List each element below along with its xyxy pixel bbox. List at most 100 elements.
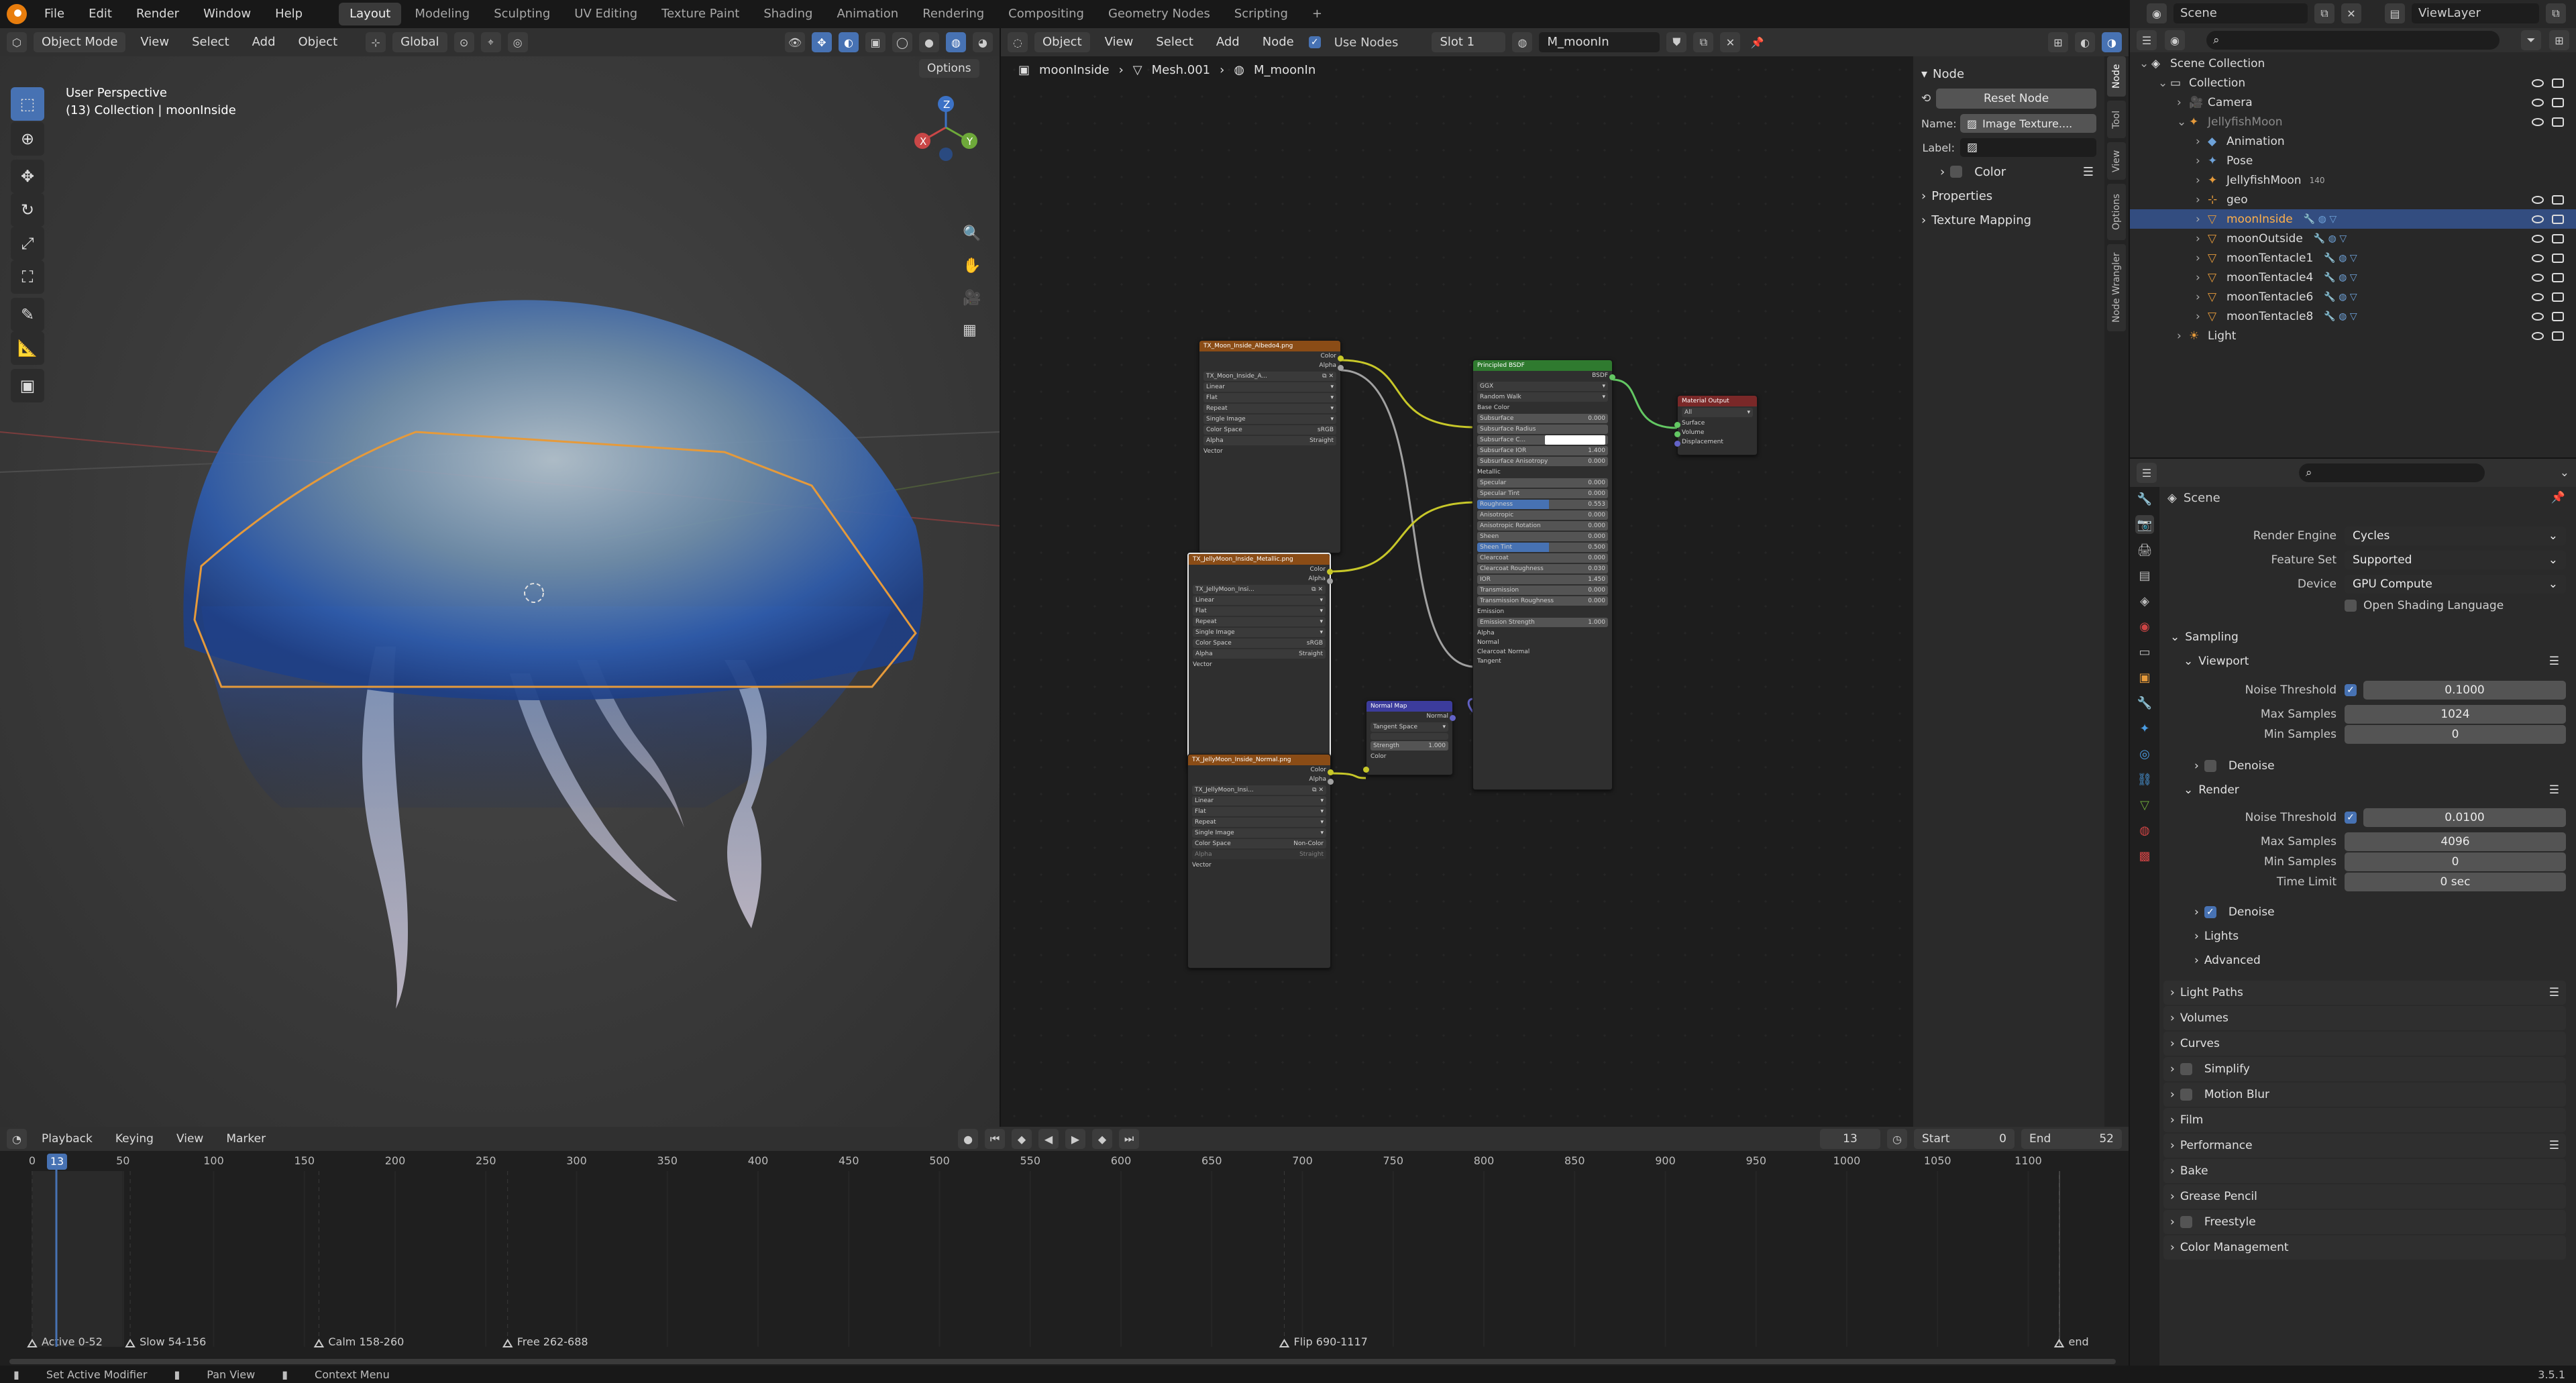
projection-dropdown[interactable]: Flat ▾	[1193, 606, 1326, 616]
3d-viewport[interactable]: User Perspective (13) Collection | moonI…	[0, 56, 1000, 1127]
section-checkbox[interactable]	[2180, 1063, 2192, 1075]
material-name-field[interactable]: M_moonIn	[1539, 32, 1660, 52]
texture-tab-icon[interactable]: ▩	[2135, 846, 2154, 865]
marker-label[interactable]: Active 0-52	[42, 1335, 103, 1348]
target-dropdown[interactable]: All ▾	[1682, 408, 1753, 417]
node-title[interactable]: TX_JellyMoon_Inside_Normal.png	[1188, 755, 1330, 765]
properties-section[interactable]: › Bake	[2163, 1159, 2566, 1183]
outliner-item[interactable]: › 🎥 Camera	[2130, 93, 2576, 112]
expand-chevron-icon[interactable]: ›	[2177, 329, 2189, 343]
copy-scene-icon[interactable]: ⧉	[2314, 3, 2334, 23]
expand-chevron-icon[interactable]: ›	[2196, 232, 2208, 245]
marker-triangle-icon[interactable]	[502, 1339, 513, 1347]
proportional-edit-icon[interactable]: ◎	[507, 32, 528, 52]
visibility-eye-icon[interactable]	[2532, 215, 2544, 223]
image-selector[interactable]: TX_Moon_Inside_A... ⧉ ✕	[1203, 372, 1336, 381]
data-tab-icon[interactable]: ▽	[2135, 795, 2154, 814]
advanced-subsection[interactable]: › Advanced	[2188, 948, 2566, 973]
render-camera-icon[interactable]	[2552, 331, 2564, 341]
outliner-item[interactable]: ⌄ ◈ Scene Collection	[2130, 54, 2576, 73]
properties-search-input[interactable]: ⌕	[2299, 463, 2485, 482]
use-nodes-checkbox[interactable]: ✓	[1308, 36, 1321, 48]
outliner-item[interactable]: › ▽ moonTentacle6 🔧 ◍ ▽	[2130, 287, 2576, 307]
bsdf-input-row[interactable]: Subsurface 0.000	[1477, 414, 1608, 423]
copy-viewlayer-icon[interactable]: ⧉	[2546, 3, 2566, 23]
material-output-node[interactable]: Material Output All ▾ Surface Volume Disp…	[1674, 395, 1758, 455]
visibility-eye-icon[interactable]	[2532, 273, 2544, 282]
properties-section[interactable]: › Volumes	[2163, 1006, 2566, 1030]
bsdf-input-row[interactable]: Emission	[1473, 607, 1612, 616]
workspace-tab-animation[interactable]: Animation	[826, 3, 909, 25]
lights-subsection[interactable]: › Lights	[2188, 924, 2566, 948]
list-icon[interactable]: ☰	[2083, 165, 2094, 179]
pin-icon[interactable]: 📌	[2551, 491, 2565, 504]
object-tab-icon[interactable]: ▣	[2135, 668, 2154, 687]
presets-icon[interactable]: ☰	[2549, 986, 2559, 999]
bsdf-input-row[interactable]: Metallic	[1473, 467, 1612, 477]
scale-tool-icon[interactable]: ⤢	[11, 227, 44, 260]
expand-chevron-icon[interactable]: ›	[2196, 290, 2208, 304]
render-engine-dropdown[interactable]: Cycles ⌄	[2345, 527, 2566, 545]
node-title[interactable]: TX_JellyMoon_Inside_Metallic.png	[1189, 554, 1330, 565]
render-camera-icon[interactable]	[2552, 272, 2564, 282]
workspace-tab-shading[interactable]: Shading	[753, 3, 823, 25]
device-dropdown[interactable]: GPU Compute ⌄	[2345, 575, 2566, 594]
editor-type-properties-icon[interactable]: ☰	[2137, 463, 2157, 483]
viewlayer-selector[interactable]: ▤ ViewLayer ⧉	[2385, 1, 2566, 25]
bsdf-input-row[interactable]: Roughness 0.553	[1477, 500, 1608, 509]
node-section-header[interactable]: ▾ Node	[1913, 62, 2104, 86]
vp-noise-field[interactable]: 0.1000	[2363, 681, 2566, 700]
select-box-tool-icon[interactable]: ⬚	[11, 87, 44, 121]
interpolation-dropdown[interactable]: Linear ▾	[1193, 596, 1326, 605]
socket-icon[interactable]	[1328, 769, 1334, 775]
colorspace-dropdown[interactable]: Color Space sRGB	[1203, 425, 1336, 435]
bsdf-input-row[interactable]: Specular 0.000	[1477, 478, 1608, 488]
rotate-tool-icon[interactable]: ↻	[11, 193, 44, 227]
timeline-menu-keying[interactable]: Keying	[107, 1129, 162, 1149]
jump-start-icon[interactable]: ⏮	[985, 1129, 1006, 1149]
r-noise-checkbox[interactable]: ✓	[2345, 812, 2357, 824]
workspace-tab-layout[interactable]: Layout	[339, 3, 402, 25]
timeline-menu-marker[interactable]: Marker	[218, 1129, 274, 1149]
cursor-tool-icon[interactable]: ⊕	[11, 122, 44, 156]
shader-type-selector[interactable]: Object	[1034, 32, 1090, 52]
scene-tab-icon[interactable]: ◈	[2135, 592, 2154, 610]
extension-dropdown[interactable]: Repeat ▾	[1203, 404, 1336, 413]
bsdf-input-row[interactable]: Base Color	[1473, 403, 1612, 412]
material-sphere-icon[interactable]: ◍	[1512, 32, 1533, 52]
copy-material-icon[interactable]: ⧉	[1693, 32, 1714, 52]
marker-label[interactable]: Flip 690-1117	[1293, 1335, 1367, 1348]
visibility-eye-icon[interactable]	[2532, 78, 2544, 87]
properties-section[interactable]: › Properties	[1913, 184, 2104, 208]
viewport-menu-view[interactable]: View	[132, 32, 177, 52]
bsdf-input-row[interactable]: Anisotropic 0.000	[1477, 510, 1608, 520]
projection-dropdown[interactable]: Flat ▾	[1192, 807, 1326, 816]
distribution-dropdown[interactable]: GGX ▾	[1477, 382, 1608, 391]
sidebar-tab-node[interactable]: Node	[2107, 56, 2126, 97]
current-frame-field[interactable]: 13	[1820, 1129, 1880, 1149]
outliner-item[interactable]: ⌄ ▭ Collection	[2130, 73, 2576, 93]
bsdf-input-row[interactable]: Tangent	[1473, 657, 1612, 666]
outliner-item[interactable]: › ▽ moonTentacle4 🔧 ◍ ▽	[2130, 268, 2576, 287]
tool-tab-icon[interactable]: 🔧	[2135, 490, 2154, 508]
outliner-item[interactable]: ⌄ ✦ JellyfishMoon	[2130, 112, 2576, 131]
bsdf-input-row[interactable]: Specular Tint 0.000	[1477, 489, 1608, 498]
output-tab-icon[interactable]: 🖨	[2135, 541, 2154, 559]
shading-material-icon[interactable]: ◍	[946, 32, 966, 52]
display-mode-icon[interactable]: ◉	[2165, 30, 2185, 50]
vp-noise-checkbox[interactable]: ✓	[2345, 684, 2357, 696]
socket-icon[interactable]	[1609, 374, 1615, 380]
mode-selector[interactable]: Object Mode	[34, 32, 126, 52]
sidebar-tab-tool[interactable]: Tool	[2107, 101, 2126, 138]
workspace-tab-scripting[interactable]: Scripting	[1224, 3, 1299, 25]
node-title[interactable]: Material Output	[1678, 396, 1757, 406]
sampling-section[interactable]: ⌄ Sampling	[2163, 625, 2566, 649]
socket-icon[interactable]	[1328, 779, 1334, 785]
marker-label[interactable]: end	[2068, 1335, 2088, 1348]
outliner-item[interactable]: › ◆ Animation	[2130, 131, 2576, 151]
visibility-icon[interactable]: 👁	[785, 32, 805, 52]
r-min-samples-field[interactable]: 0	[2345, 852, 2566, 871]
move-tool-icon[interactable]: ✥	[11, 160, 44, 193]
node-menu-select[interactable]: Select	[1148, 32, 1201, 52]
image-selector[interactable]: TX_JellyMoon_Insi... ⧉ ✕	[1192, 785, 1326, 795]
